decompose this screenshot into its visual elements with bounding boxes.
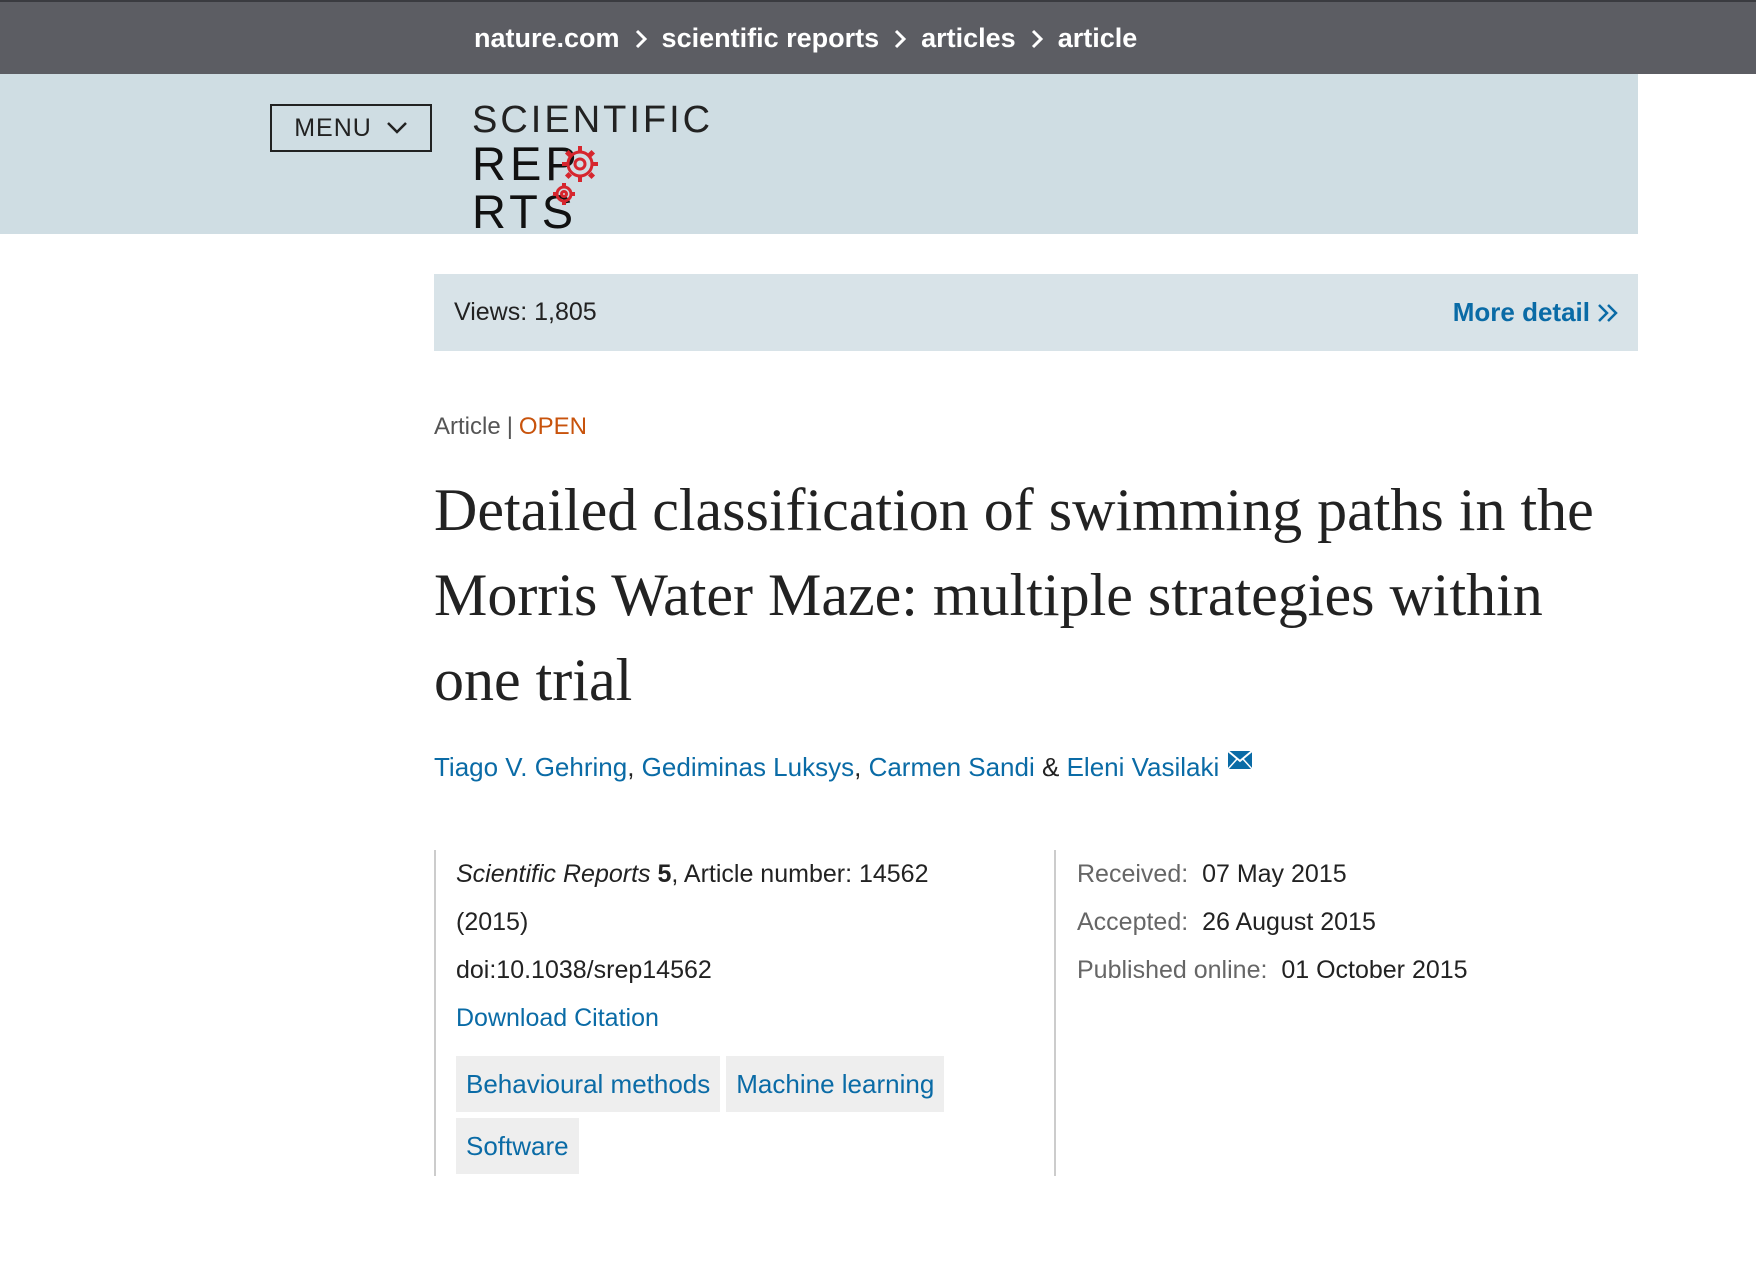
- gear-logo-icon: [553, 146, 598, 205]
- chevron-right-icon: [620, 23, 662, 54]
- views-count: Views: 1,805: [454, 298, 597, 326]
- subject-tag[interactable]: Software: [456, 1118, 579, 1174]
- accepted-label: Accepted:: [1077, 908, 1189, 936]
- open-access-badge: OPEN: [518, 413, 587, 440]
- subject-tag[interactable]: Machine learning: [726, 1056, 945, 1112]
- site-header: MENU SCIENTIFIC REPRTS: [0, 74, 1638, 236]
- breadcrumb-articles[interactable]: articles: [921, 23, 1016, 54]
- citation-panel: Scientific Reports 5, Article number: 14…: [434, 850, 1056, 1176]
- author-link[interactable]: Gediminas Luksys: [642, 752, 854, 783]
- published-date-row: Published online: 01 October 2015: [1077, 946, 1617, 994]
- double-chevron-right-icon: [1598, 303, 1618, 322]
- breadcrumb-article[interactable]: article: [1058, 23, 1138, 54]
- article-number: , Article number: 14562: [671, 860, 929, 888]
- menu-button[interactable]: MENU: [270, 104, 432, 152]
- author-list: Tiago V. Gehring , Gediminas Luksys , Ca…: [434, 749, 1253, 783]
- journal-name: Scientific Reports: [456, 860, 651, 888]
- logo-text-top: SCIENTIFIC: [472, 99, 714, 141]
- more-detail-label: More detail: [1452, 297, 1590, 327]
- article-type-label: Article: [434, 413, 501, 440]
- author-link[interactable]: Carmen Sandi: [869, 752, 1035, 783]
- chevron-right-icon: [1016, 23, 1058, 54]
- received-date: 07 May 2015: [1202, 860, 1347, 888]
- menu-label: MENU: [294, 113, 372, 142]
- author-separator: ,: [627, 752, 635, 782]
- journal-citation: Scientific Reports 5, Article number: 14…: [456, 850, 1054, 898]
- chevron-down-icon: [386, 122, 407, 134]
- chevron-right-icon: [879, 23, 921, 54]
- received-label: Received:: [1077, 860, 1189, 888]
- author-separator: ,: [854, 752, 862, 782]
- accepted-date-row: Accepted: 26 August 2015: [1077, 898, 1617, 946]
- article-type-separator: |: [506, 413, 513, 440]
- subject-tags: Behavioural methods Machine learning Sof…: [456, 1056, 976, 1174]
- author-link[interactable]: Eleni Vasilaki: [1067, 752, 1220, 783]
- breadcrumb-scientific-reports[interactable]: scientific reports: [662, 23, 880, 54]
- journal-volume: 5: [657, 860, 672, 888]
- more-detail-link[interactable]: More detail: [1453, 274, 1620, 351]
- doi: doi:10.1038/srep14562: [456, 956, 712, 984]
- received-date-row: Received: 07 May 2015: [1077, 850, 1617, 898]
- download-citation-link[interactable]: Download Citation: [456, 994, 1054, 1042]
- top-breadcrumb-bar: nature.com scientific reports articles a…: [0, 0, 1756, 74]
- breadcrumb-nature[interactable]: nature.com: [474, 23, 620, 54]
- publication-year: (2015): [456, 908, 529, 936]
- article-type: Article | OPEN: [434, 413, 587, 441]
- email-icon[interactable]: [1227, 749, 1253, 770]
- subject-tag[interactable]: Behavioural methods: [456, 1056, 721, 1112]
- views-bar: Views: 1,805 More detail: [434, 274, 1638, 351]
- scientific-reports-logo[interactable]: SCIENTIFIC REPRTS: [472, 100, 710, 236]
- accepted-date: 26 August 2015: [1202, 908, 1376, 936]
- author-separator-and: &: [1042, 752, 1060, 782]
- author-link[interactable]: Tiago V. Gehring: [434, 752, 627, 783]
- published-label: Published online:: [1077, 956, 1268, 984]
- breadcrumb: nature.com scientific reports articles a…: [474, 2, 1137, 74]
- dates-panel: Received: 07 May 2015 Accepted: 26 Augus…: [1077, 850, 1617, 994]
- published-date: 01 October 2015: [1281, 956, 1468, 984]
- article-title: Detailed classification of swimming path…: [434, 477, 1594, 713]
